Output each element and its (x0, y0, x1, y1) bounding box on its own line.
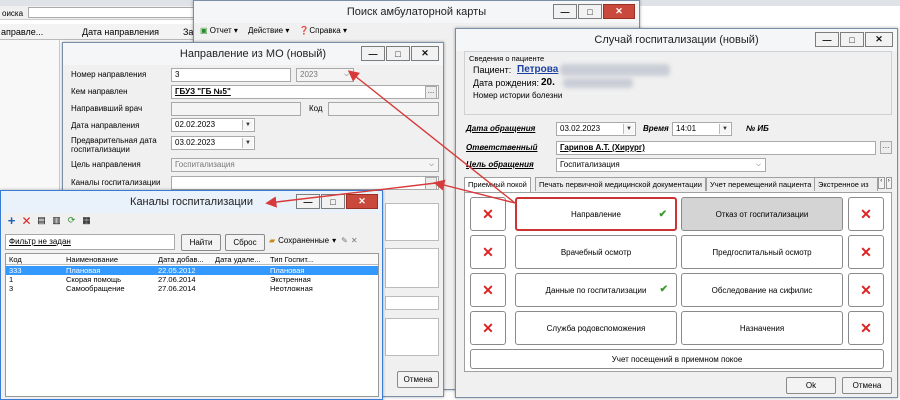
arrow-to-channels-window (265, 182, 437, 208)
annotation-arrows (265, 70, 516, 208)
